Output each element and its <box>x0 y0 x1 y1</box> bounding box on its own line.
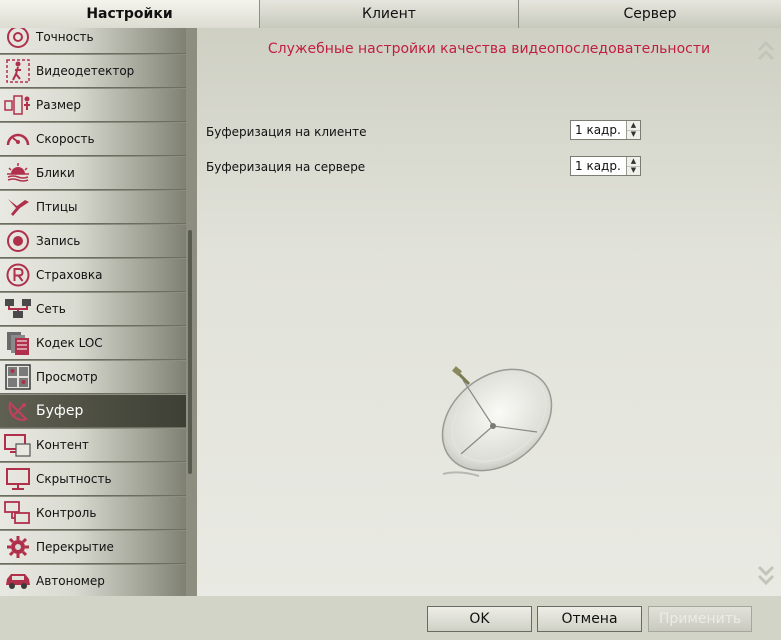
sidebar-item-stealth[interactable]: Скрытность <box>0 463 186 496</box>
content-panel: Служебные настройки качества видеопослед… <box>197 28 781 596</box>
server-buffer-spinner[interactable]: 1 кадр. ▲ ▼ <box>570 156 641 176</box>
control-icon <box>3 498 33 528</box>
monitor-icon <box>3 464 33 494</box>
sidebar-item-control[interactable]: Контроль <box>0 497 186 530</box>
codec-icon <box>3 328 33 358</box>
sidebar-item-network[interactable]: Сеть <box>0 293 186 326</box>
registered-icon <box>3 260 33 290</box>
gear-icon <box>3 532 33 562</box>
content-icon <box>3 430 33 460</box>
sidebar-item-glare[interactable]: Блики <box>0 157 186 190</box>
sidebar-item-codec[interactable]: Кодек LOC <box>0 327 186 360</box>
client-buffer-spinner[interactable]: 1 кадр. ▲ ▼ <box>570 120 641 140</box>
tab-settings[interactable]: Настройки <box>0 0 260 28</box>
sidebar-item-accuracy[interactable]: Точность <box>0 28 186 54</box>
sidebar-item-video-detector[interactable]: Видеодетектор <box>0 55 186 88</box>
ok-button[interactable]: OK <box>427 606 532 632</box>
sidebar-item-buffer[interactable]: Буфер <box>0 395 186 428</box>
sidebar-scrollbar[interactable] <box>188 230 192 474</box>
tab-bar: Настройки Клиент Сервер <box>0 0 781 28</box>
car-icon <box>3 566 33 596</box>
satellite-dish-illustration <box>419 362 564 482</box>
sidebar-item-birds[interactable]: Птицы <box>0 191 186 224</box>
network-icon <box>3 294 33 324</box>
spin-up-icon[interactable]: ▲ <box>627 121 640 130</box>
apply-button[interactable]: Применить <box>648 606 752 632</box>
page-title: Служебные настройки качества видеопослед… <box>267 41 711 57</box>
scroll-up-icon[interactable] <box>757 38 775 64</box>
sidebar-item-content[interactable]: Контент <box>0 429 186 462</box>
sidebar-item-record[interactable]: Запись <box>0 225 186 258</box>
sidebar-item-auto-number[interactable]: Автономер <box>0 565 186 596</box>
spin-down-icon[interactable]: ▼ <box>627 129 640 140</box>
scroll-down-icon[interactable] <box>757 562 775 588</box>
spin-down-icon[interactable]: ▼ <box>627 165 640 176</box>
motion-detector-icon <box>3 56 33 86</box>
server-buffer-value[interactable]: 1 кадр. <box>571 157 626 175</box>
cancel-button[interactable]: Отмена <box>537 606 642 632</box>
speedometer-icon <box>3 124 33 154</box>
sidebar-item-view[interactable]: Просмотр <box>0 361 186 394</box>
sidebar-item-insurance[interactable]: Страховка <box>0 259 186 292</box>
tab-client[interactable]: Клиент <box>260 0 519 28</box>
satellite-dish-icon <box>3 396 33 426</box>
glare-icon <box>3 158 33 188</box>
bird-icon <box>3 192 33 222</box>
server-buffer-label: Буферизация на сервере <box>206 160 366 174</box>
sidebar-item-overlap[interactable]: Перекрытие <box>0 531 186 564</box>
accuracy-icon <box>3 28 33 52</box>
tab-server[interactable]: Сервер <box>519 0 781 28</box>
client-buffer-value[interactable]: 1 кадр. <box>571 121 626 139</box>
sidebar-item-size[interactable]: Размер <box>0 89 186 122</box>
button-bar: OK Отмена Применить <box>0 596 781 640</box>
sidebar-item-speed[interactable]: Скорость <box>0 123 186 156</box>
sidebar: Точность Видеодетектор Размер Скорость Б… <box>0 28 197 596</box>
record-icon <box>3 226 33 256</box>
size-icon <box>3 90 33 120</box>
client-buffer-label: Буферизация на клиенте <box>206 125 367 139</box>
view-icon <box>3 362 33 392</box>
spin-up-icon[interactable]: ▲ <box>627 157 640 166</box>
